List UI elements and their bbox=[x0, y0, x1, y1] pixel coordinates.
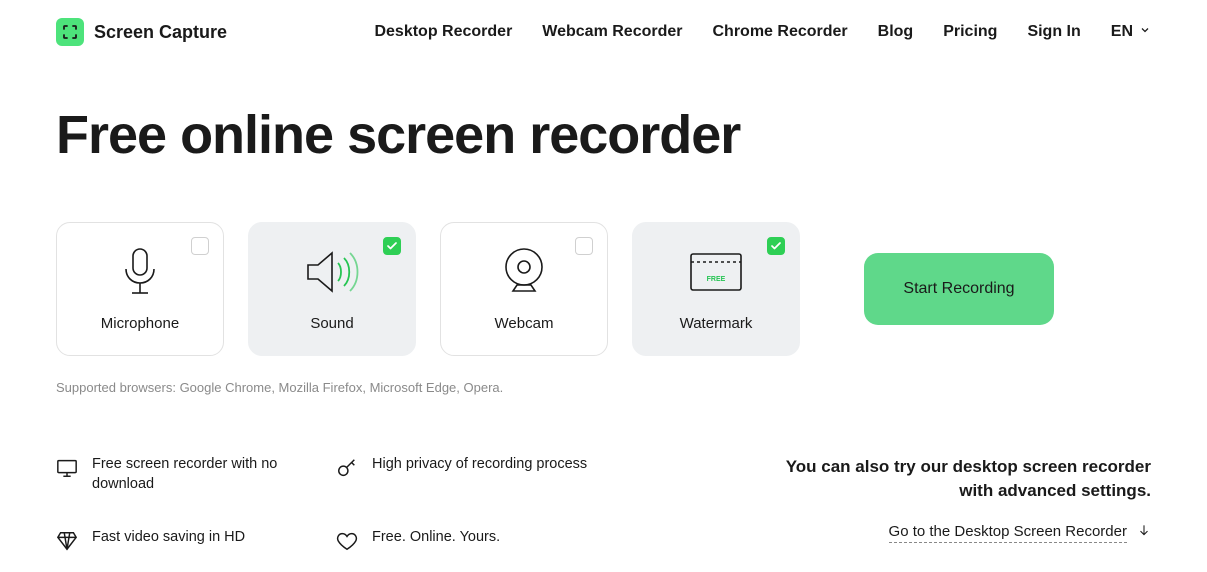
svg-text:FREE: FREE bbox=[707, 276, 726, 283]
feature-list: Free screen recorder with no download Hi… bbox=[56, 455, 616, 552]
option-sound[interactable]: Sound bbox=[248, 222, 416, 356]
speaker-icon bbox=[304, 247, 360, 297]
option-label: Microphone bbox=[101, 315, 179, 332]
nav-chrome-recorder[interactable]: Chrome Recorder bbox=[713, 23, 848, 41]
feature-item: Fast video saving in HD bbox=[56, 528, 336, 552]
desktop-cta: You can also try our desktop screen reco… bbox=[771, 455, 1151, 543]
diamond-icon bbox=[56, 530, 78, 552]
feature-text: Free. Online. Yours. bbox=[372, 528, 500, 548]
checkbox-icon bbox=[575, 237, 593, 255]
checkbox-icon bbox=[383, 237, 401, 255]
option-watermark[interactable]: FREE Watermark bbox=[632, 222, 800, 356]
checkbox-icon bbox=[767, 237, 785, 255]
feature-text: Free screen recorder with no download bbox=[92, 455, 336, 494]
start-recording-button[interactable]: Start Recording bbox=[864, 253, 1054, 325]
option-label: Watermark bbox=[680, 315, 753, 332]
main: Free online screen recorder Microphone bbox=[0, 64, 1207, 572]
monitor-icon bbox=[56, 457, 78, 479]
nav-sign-in[interactable]: Sign In bbox=[1027, 23, 1080, 41]
cta-text: You can also try our desktop screen reco… bbox=[771, 455, 1151, 503]
option-webcam[interactable]: Webcam bbox=[440, 222, 608, 356]
option-label: Webcam bbox=[495, 315, 554, 332]
top-nav: Desktop Recorder Webcam Recorder Chrome … bbox=[374, 23, 1151, 41]
option-label: Sound bbox=[310, 315, 353, 332]
language-selector[interactable]: EN bbox=[1111, 23, 1151, 41]
option-microphone[interactable]: Microphone bbox=[56, 222, 224, 356]
microphone-icon bbox=[118, 247, 162, 297]
feature-item: Free screen recorder with no download bbox=[56, 455, 336, 494]
page-title: Free online screen recorder bbox=[56, 104, 1151, 166]
brand-logo[interactable]: Screen Capture bbox=[56, 18, 227, 46]
bottom-section: Free screen recorder with no download Hi… bbox=[56, 455, 1151, 552]
key-icon bbox=[336, 457, 358, 479]
brand-name: Screen Capture bbox=[94, 22, 227, 43]
feature-item: High privacy of recording process bbox=[336, 455, 616, 494]
heart-icon bbox=[336, 530, 358, 552]
feature-text: High privacy of recording process bbox=[372, 455, 587, 475]
nav-pricing[interactable]: Pricing bbox=[943, 23, 997, 41]
arrow-down-icon bbox=[1137, 523, 1151, 542]
capture-icon bbox=[56, 18, 84, 46]
nav-webcam-recorder[interactable]: Webcam Recorder bbox=[542, 23, 682, 41]
language-label: EN bbox=[1111, 23, 1133, 41]
nav-desktop-recorder[interactable]: Desktop Recorder bbox=[374, 23, 512, 41]
watermark-icon: FREE bbox=[689, 247, 743, 297]
nav-blog[interactable]: Blog bbox=[878, 23, 914, 41]
checkbox-icon bbox=[191, 237, 209, 255]
feature-item: Free. Online. Yours. bbox=[336, 528, 616, 552]
recording-options: Microphone Sound bbox=[56, 222, 1151, 356]
feature-text: Fast video saving in HD bbox=[92, 528, 245, 548]
desktop-recorder-link[interactable]: Go to the Desktop Screen Recorder bbox=[889, 523, 1127, 543]
chevron-down-icon bbox=[1139, 23, 1151, 41]
webcam-icon bbox=[501, 247, 547, 297]
supported-browsers-text: Supported browsers: Google Chrome, Mozil… bbox=[56, 380, 1151, 395]
header: Screen Capture Desktop Recorder Webcam R… bbox=[0, 0, 1207, 64]
